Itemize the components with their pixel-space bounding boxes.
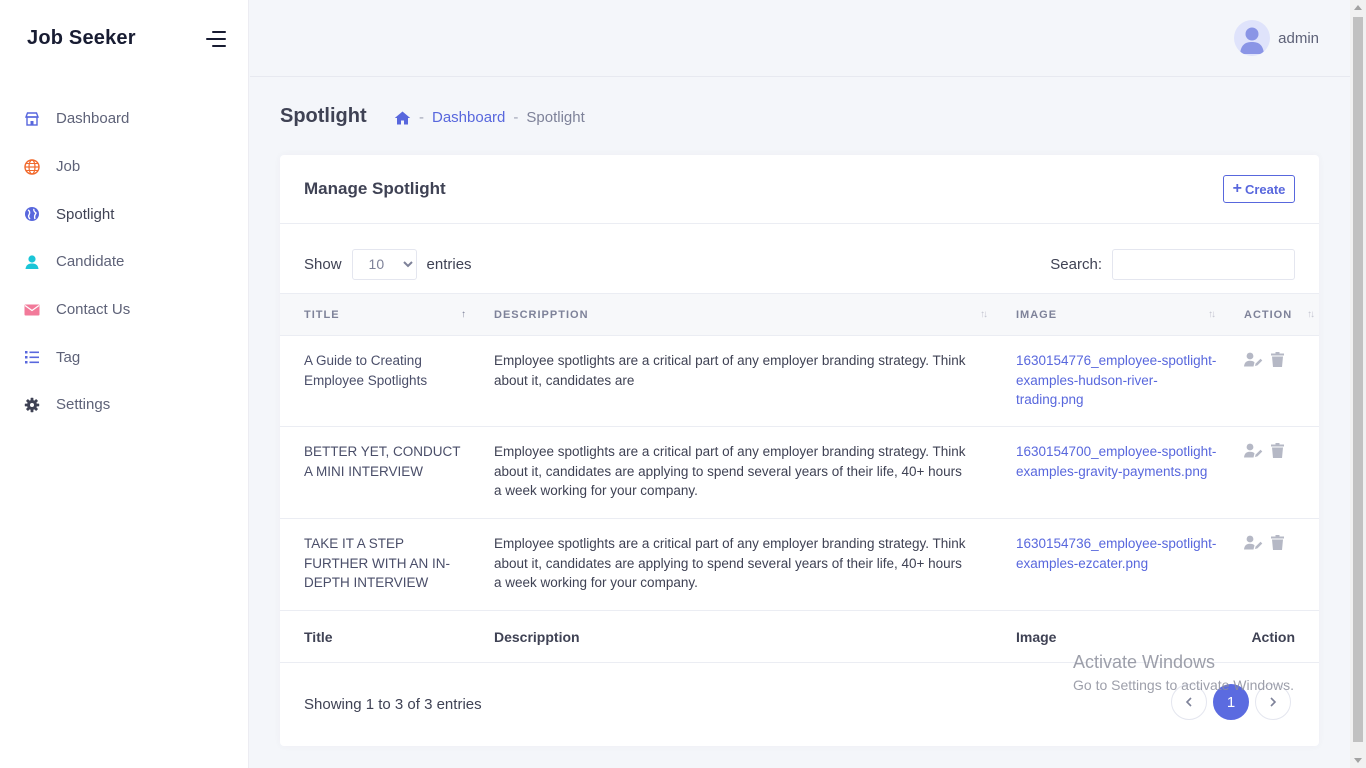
card-header: Manage Spotlight + Create [280, 155, 1319, 224]
sidebar-item-dashboard[interactable]: Dashboard [0, 95, 249, 143]
spotlight-table: TITLE ↑ DESCRIPPTION ↑↓ IMAGE ↑↓ ACTION ↑↓ A… [280, 293, 1319, 663]
page-title: Spotlight [280, 105, 367, 127]
row-actions [1220, 519, 1319, 611]
column-header-action[interactable]: ACTION ↑↓ [1220, 294, 1319, 336]
watermark-title: Activate Windows [1073, 652, 1216, 672]
breadcrumb-dashboard-link[interactable]: Dashboard [432, 109, 505, 126]
sidebar-item-contact-us[interactable]: Contact Us [0, 286, 249, 334]
sort-icon: ↑↓ [980, 309, 988, 320]
scroll-down-icon[interactable] [1354, 758, 1362, 763]
sidebar-item-settings[interactable]: Settings [0, 381, 249, 429]
sidebar-item-label: Spotlight [56, 205, 115, 223]
sidebar: Job Seeker Dashboard Job Spotlight Candi… [0, 0, 249, 768]
search-control: Search: [1050, 248, 1295, 280]
user-name: admin [1278, 29, 1319, 47]
breadcrumb-separator: - [419, 109, 424, 126]
mail-icon [23, 301, 40, 318]
entries-label: entries [426, 255, 472, 273]
sidebar-item-job[interactable]: Job [0, 143, 249, 191]
chevron-right-icon [1270, 697, 1277, 707]
windows-activation-watermark: Activate Windows Go to Settings to activ… [1073, 652, 1294, 693]
table-row: A Guide to Creating Employee Spotlights … [280, 336, 1319, 427]
gear-icon [23, 396, 40, 413]
row-description: Employee spotlights are a critical part … [494, 444, 966, 498]
sidebar-item-label: Tag [56, 348, 81, 366]
sort-icon: ↑↓ [1307, 309, 1315, 320]
column-header-title[interactable]: TITLE ↑ [280, 294, 470, 336]
row-image: 1630154736_employee-spotlight-examples-e… [992, 519, 1220, 611]
edit-user-icon[interactable] [1244, 535, 1263, 550]
vertical-scrollbar[interactable] [1350, 0, 1366, 768]
sidebar-item-label: Job [56, 158, 81, 176]
sidebar-item-label: Settings [56, 396, 111, 414]
chevron-left-icon [1185, 697, 1192, 707]
sidebar-item-label: Contact Us [56, 301, 131, 319]
trash-icon[interactable] [1271, 535, 1284, 550]
plus-icon: + [1232, 180, 1242, 197]
row-actions [1220, 427, 1319, 519]
column-header-description[interactable]: DESCRIPPTION ↑↓ [470, 294, 992, 336]
row-actions [1220, 336, 1319, 427]
scrollbar-thumb[interactable] [1353, 17, 1363, 742]
brand-logo[interactable]: Job Seeker [27, 27, 136, 50]
breadcrumb-separator: - [513, 109, 519, 126]
row-title: BETTER YET, CONDUCT A MINI INTERVIEW [304, 444, 461, 479]
search-label: Search: [1050, 255, 1102, 273]
user-icon [23, 253, 40, 270]
show-label: Show [304, 255, 342, 273]
globe-alt-icon [23, 206, 40, 223]
globe-icon [23, 158, 40, 175]
row-description: Employee spotlights are a critical part … [494, 353, 966, 388]
table-header-row: TITLE ↑ DESCRIPPTION ↑↓ IMAGE ↑↓ ACTION ↑↓ [280, 293, 1319, 336]
card-title: Manage Spotlight [304, 179, 446, 198]
row-description: Employee spotlights are a critical part … [494, 536, 966, 590]
watermark-subtitle: Go to Settings to activate Windows. [1073, 677, 1294, 693]
create-button-label: Create [1244, 181, 1286, 197]
row-image: 1630154776_employee-spotlight-examples-h… [992, 336, 1220, 427]
image-link[interactable]: 1630154700_employee-spotlight-examples-g… [1016, 444, 1216, 479]
sidebar-item-spotlight[interactable]: Spotlight [0, 190, 249, 238]
breadcrumb: - Dashboard - Spotlight [394, 109, 585, 126]
edit-user-icon[interactable] [1244, 352, 1263, 367]
home-icon[interactable] [394, 111, 411, 125]
image-link[interactable]: 1630154776_employee-spotlight-examples-h… [1016, 353, 1216, 407]
user-menu[interactable]: admin [1234, 20, 1319, 56]
row-title: TAKE IT A STEP FURTHER WITH AN IN-DEPTH … [304, 536, 450, 590]
footer-title: Title [304, 628, 333, 645]
create-button[interactable]: + Create [1223, 175, 1295, 203]
table-row: TAKE IT A STEP FURTHER WITH AN IN-DEPTH … [280, 519, 1319, 611]
scroll-up-icon[interactable] [1354, 5, 1362, 10]
topbar: admin [250, 0, 1350, 77]
table-info: Showing 1 to 3 of 3 entries [304, 696, 482, 713]
image-link[interactable]: 1630154736_employee-spotlight-examples-e… [1016, 536, 1216, 571]
sidebar-item-label: Dashboard [56, 110, 130, 128]
page-length-select[interactable]: 10 [351, 248, 417, 280]
sort-icon: ↑↓ [1208, 309, 1216, 320]
page-length-control: Show 10 entries [304, 248, 472, 280]
table-controls: Show 10 entries Search: [304, 248, 1295, 280]
row-image: 1630154700_employee-spotlight-examples-g… [992, 427, 1220, 519]
trash-icon[interactable] [1271, 352, 1284, 367]
footer-description: Descripption [494, 628, 580, 645]
sidebar-item-candidate[interactable]: Candidate [0, 238, 249, 286]
sidebar-item-tag[interactable]: Tag [0, 333, 249, 381]
breadcrumb-current: Spotlight [526, 109, 585, 126]
trash-icon[interactable] [1271, 443, 1284, 458]
menu-toggle-icon[interactable] [206, 31, 226, 47]
avatar [1234, 20, 1271, 56]
store-icon [23, 110, 40, 127]
sidebar-menu: Dashboard Job Spotlight Candidate Contac… [0, 95, 249, 429]
sidebar-item-label: Candidate [56, 253, 125, 271]
sort-asc-icon: ↑ [461, 309, 466, 320]
table-row: BETTER YET, CONDUCT A MINI INTERVIEW Emp… [280, 427, 1319, 519]
list-icon [23, 349, 40, 366]
edit-user-icon[interactable] [1244, 443, 1263, 458]
column-header-image[interactable]: IMAGE ↑↓ [992, 294, 1220, 336]
row-title: A Guide to Creating Employee Spotlights [304, 353, 428, 388]
search-input[interactable] [1112, 248, 1295, 280]
